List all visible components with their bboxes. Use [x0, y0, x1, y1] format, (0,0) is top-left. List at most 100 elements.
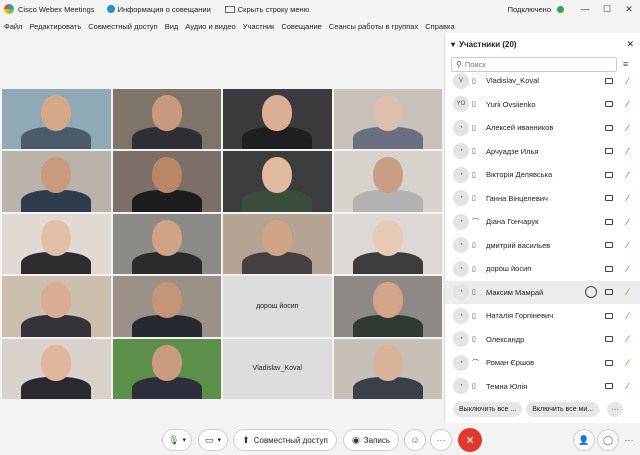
- connection-status: Подключено: [507, 4, 551, 14]
- chevron-down-icon[interactable]: ▾: [451, 40, 455, 49]
- participant-row[interactable]: ◔ ▯ Вікторія Делявська ⁄: [445, 163, 640, 187]
- mic-muted-icon[interactable]: ⁄: [627, 146, 635, 156]
- webex-logo-icon: [4, 4, 14, 14]
- participant-video-tile[interactable]: [2, 338, 111, 399]
- avatar: ◔: [453, 143, 469, 160]
- chat-icon[interactable]: [585, 286, 597, 299]
- mic-muted-icon[interactable]: ⁄: [627, 170, 635, 180]
- participant-video-tile[interactable]: [112, 338, 221, 399]
- mic-muted-icon[interactable]: ⁄: [627, 358, 635, 368]
- reactions-button[interactable]: ☺: [404, 429, 426, 451]
- participant-video-tile[interactable]: [333, 338, 442, 399]
- unmute-all-button[interactable]: Включить все ми...: [526, 401, 600, 417]
- mic-muted-icon[interactable]: ⁄: [627, 193, 635, 203]
- mic-muted-icon[interactable]: ⁄: [627, 264, 635, 274]
- mic-muted-icon[interactable]: ⁄: [627, 76, 635, 86]
- participant-video-tile[interactable]: [223, 89, 332, 150]
- menu-share[interactable]: Совместный доступ: [88, 22, 157, 31]
- mic-muted-icon[interactable]: ⁄: [627, 334, 635, 344]
- more-button[interactable]: ···: [430, 429, 452, 451]
- menu-help[interactable]: Справка: [425, 22, 454, 31]
- participant-row[interactable]: YO ▯ Yurii Ovsiienko ⁄: [445, 93, 640, 117]
- more-panels-button[interactable]: ···: [621, 429, 637, 451]
- menu-participant[interactable]: Участник: [243, 22, 275, 31]
- end-meeting-button[interactable]: ✕: [458, 428, 482, 452]
- participant-video-tile[interactable]: [333, 89, 442, 150]
- close-panel-button[interactable]: ✕: [626, 39, 634, 50]
- chat-toggle-button[interactable]: ◯: [597, 429, 619, 451]
- mute-button[interactable]: 🎙 ▾: [162, 429, 192, 451]
- avatar: YO: [453, 96, 469, 113]
- participant-video-tile[interactable]: [223, 151, 332, 212]
- tile-name-label: Vladislav_Koval: [252, 365, 302, 373]
- video-button[interactable]: ▭ ▾: [198, 429, 228, 451]
- share-button[interactable]: ⬆ Совместный доступ: [233, 429, 337, 451]
- more-options-button[interactable]: ···: [607, 401, 624, 417]
- participant-row[interactable]: ◔ ▯ Алексей иванников ⁄: [445, 116, 640, 140]
- menu-file[interactable]: Файл: [4, 22, 22, 31]
- participant-video-tile[interactable]: [2, 213, 111, 275]
- participant-name: Олександр: [486, 334, 525, 344]
- phone-icon: ▯: [472, 289, 476, 297]
- menu-view[interactable]: Вид: [165, 22, 179, 31]
- participant-video-tile[interactable]: [333, 213, 442, 275]
- participant-row[interactable]: ◔ ▯ Максим Мамрай ⁄: [445, 280, 640, 304]
- menu-bar-icon: [224, 5, 235, 13]
- participant-tile-name-only[interactable]: Vladislav_Koval: [223, 338, 332, 399]
- participant-name: Діана Гончарук: [486, 217, 539, 227]
- title-bar: Cisco Webex Meetings Информация о совеща…: [0, 0, 640, 18]
- participant-video-tile[interactable]: [223, 213, 332, 275]
- camera-icon: [605, 289, 613, 296]
- mute-all-button[interactable]: Выключить все ...: [453, 401, 523, 417]
- participants-toggle-button[interactable]: 👤: [573, 429, 595, 451]
- participant-video-tile[interactable]: [112, 89, 221, 150]
- participant-name: Роман Єршов: [486, 358, 535, 368]
- sort-icon[interactable]: ≡: [623, 59, 628, 69]
- mic-muted-icon[interactable]: ⁄: [627, 99, 635, 109]
- mic-muted-icon[interactable]: ⁄: [627, 217, 635, 227]
- record-button[interactable]: ◉ Запись: [343, 429, 399, 451]
- participant-row[interactable]: ◔ ⌒ Діана Гончарук ⁄: [445, 210, 640, 234]
- maximize-button[interactable]: ☐: [596, 4, 618, 15]
- camera-icon: [605, 218, 613, 225]
- meeting-info-button[interactable]: Информация о совещании: [106, 5, 211, 14]
- participant-video-tile[interactable]: [333, 151, 442, 212]
- participant-name: дорош йосип: [486, 264, 532, 274]
- mic-muted-icon[interactable]: ⁄: [627, 240, 635, 250]
- share-icon: ⬆: [242, 434, 250, 445]
- mic-muted-icon[interactable]: ⁄: [627, 123, 635, 133]
- participant-row[interactable]: ◔ ⌒ Роман Єршов ⁄: [445, 351, 640, 375]
- search-placeholder: Поиск: [464, 59, 486, 69]
- minimize-button[interactable]: —: [574, 4, 596, 14]
- participant-video-tile[interactable]: [2, 276, 111, 337]
- participant-row[interactable]: V ▯ Vladislav_Koval ⁄: [445, 69, 640, 93]
- menu-audio-video[interactable]: Аудио и видео: [185, 22, 235, 31]
- participant-list[interactable]: V ▯ Vladislav_Koval ⁄ YO ▯ Yurii Ovsiienko ⁄ ◔ ▯ А…: [445, 69, 640, 395]
- participant-video-tile[interactable]: [2, 89, 111, 150]
- participant-video-tile[interactable]: [112, 213, 221, 275]
- mic-muted-icon[interactable]: ⁄: [627, 287, 635, 297]
- participant-row[interactable]: ◔ ▯ Темна Юлія ⁄: [445, 375, 640, 396]
- hide-menu-button[interactable]: Скрыть строку меню: [224, 5, 309, 14]
- menu-breakout[interactable]: Сеансы работы в группах: [329, 22, 418, 31]
- participant-row[interactable]: ◔ ▯ дмитрий васильев ⁄: [445, 234, 640, 258]
- avatar: ◔: [453, 260, 469, 277]
- menu-edit[interactable]: Редактировать: [29, 22, 81, 31]
- participant-row[interactable]: ◔ ▯ Арчуадзе Илья ⁄: [445, 140, 640, 164]
- participant-row[interactable]: ◔ ▯ Наталія Горпіневич ⁄: [445, 304, 640, 328]
- participant-row[interactable]: ◔ ▯ Ганна Вінцелевич ⁄: [445, 187, 640, 211]
- avatar: ◔: [453, 354, 469, 371]
- mic-muted-icon[interactable]: ⁄: [627, 381, 635, 391]
- mic-muted-icon[interactable]: ⁄: [627, 311, 635, 321]
- participant-video-tile[interactable]: [112, 151, 221, 212]
- participant-video-tile[interactable]: [112, 276, 221, 337]
- participant-video-tile[interactable]: [333, 276, 442, 337]
- close-window-button[interactable]: ✕: [618, 4, 640, 15]
- participant-row[interactable]: ◔ ▯ дорош йосип ⁄: [445, 257, 640, 281]
- menu-meeting[interactable]: Совещание: [281, 22, 322, 31]
- participant-row[interactable]: ◔ ▯ Олександр ⁄: [445, 328, 640, 352]
- participant-tile-name-only[interactable]: дорош йосип: [223, 276, 332, 337]
- menu-bar: Файл Редактировать Совместный доступ Вид…: [0, 19, 640, 33]
- participant-video-tile[interactable]: [2, 151, 111, 212]
- phone-icon: ▯: [472, 124, 476, 132]
